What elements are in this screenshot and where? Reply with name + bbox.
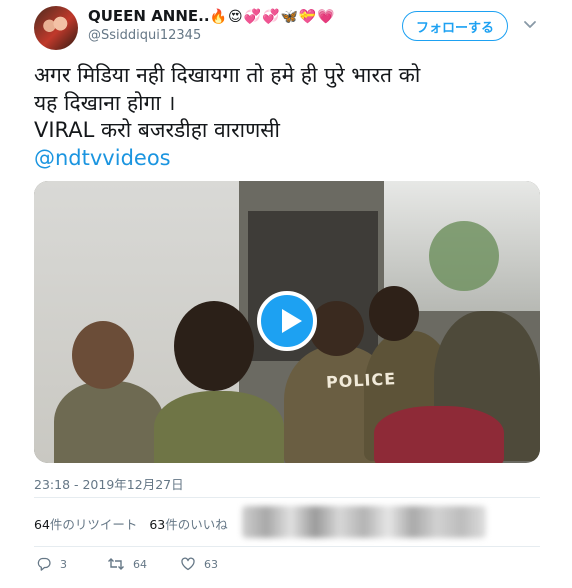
video-frame-person [374,406,504,463]
video-frame-person [174,301,254,391]
play-icon[interactable] [257,291,317,351]
likes-label[interactable]: 件のいいね [165,517,228,532]
tweet-actions: 3 64 63 [34,556,334,574]
engagement-stats: 64件のリツイート 63件のいいね [34,514,228,533]
video-frame-person [54,381,164,463]
police-uniform-text: POLICE [325,369,397,392]
like-button[interactable]: 63 [180,556,218,572]
liker-avatars-blurred [242,506,486,538]
retweet-icon [108,558,124,570]
follow-button[interactable]: フォローする [402,11,508,41]
video-frame-person [154,391,284,463]
tweet-line: अगर मिडिया नही दिखायगा तो हमे ही पुरे भा… [34,63,421,87]
display-name-emojis: 🔥😍💞💞🦋💝💗 [209,9,336,25]
timestamp[interactable]: 23:18 - 2019年12月27日 [34,474,184,493]
reply-count: 3 [60,557,67,571]
heart-icon [181,557,195,571]
tweet-line: VIRAL करो बजरडीहा वाराणसी [34,118,280,142]
video-frame-person [309,301,364,356]
reply-button[interactable]: 3 [36,556,67,572]
video-frame-tree [429,221,499,291]
retweets-label[interactable]: 件のリツイート [50,517,138,532]
tweet-text: अगर मिडिया नही दिखायगा तो हमे ही पुरे भा… [34,62,544,172]
retweet-count: 64 [133,557,147,571]
video-frame-person [72,321,134,389]
tweet-line: यह दिखाना होगा । [34,90,176,115]
likes-count[interactable]: 63 [149,517,165,532]
tweet-header: QUEEN ANNE..🔥😍💞💞🦋💝💗 @Ssiddiqui12345 フォロー… [34,4,546,50]
avatar[interactable] [34,6,78,50]
like-count: 63 [204,557,218,571]
video-player[interactable]: POLICE [34,181,540,463]
reply-icon [37,557,51,571]
video-frame-person [369,286,419,341]
user-handle[interactable]: @Ssiddiqui12345 [88,28,201,43]
display-name-row[interactable]: QUEEN ANNE..🔥😍💞💞🦋💝💗 [88,7,336,25]
chevron-down-icon[interactable] [520,14,540,34]
retweets-count[interactable]: 64 [34,517,50,532]
mention-link[interactable]: @ndtvvideos [34,145,544,173]
divider [34,546,540,547]
retweet-button[interactable]: 64 [107,556,147,572]
divider [34,497,540,498]
display-name[interactable]: QUEEN ANNE.. [88,7,210,25]
